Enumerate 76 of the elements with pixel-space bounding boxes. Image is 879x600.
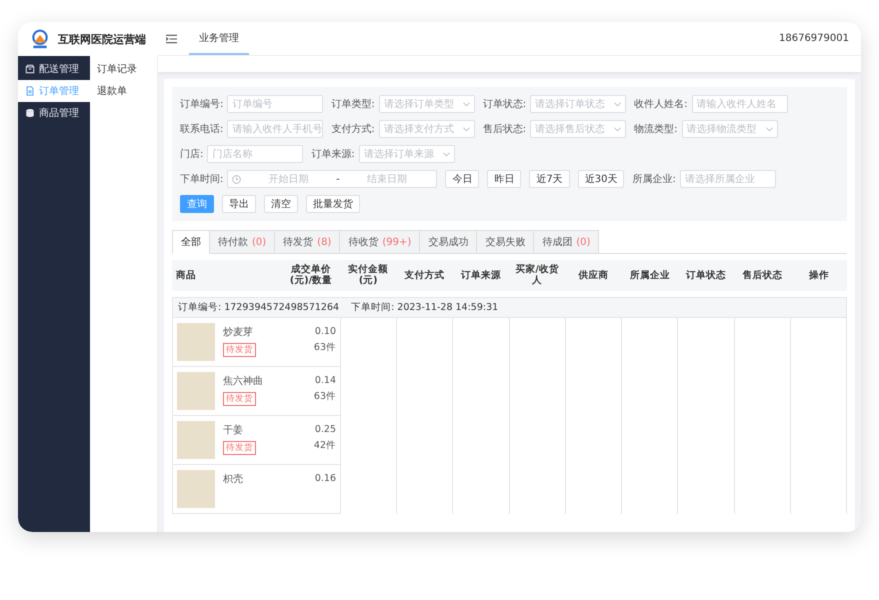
document-icon: [25, 86, 35, 96]
app-title: 互联网医院运营端: [58, 32, 146, 46]
photo-placeholder: [177, 470, 215, 508]
status-tab[interactable]: 全部: [172, 230, 210, 254]
photo-placeholder: [177, 372, 215, 410]
status-tab[interactable]: 待成团 (0): [534, 230, 600, 254]
status-tag: 待发货: [223, 440, 256, 455]
quantity: 63件: [314, 390, 336, 403]
product-name: 干姜: [223, 424, 243, 437]
chevron-down-icon: [766, 126, 772, 132]
status-tab[interactable]: 交易失败: [477, 230, 534, 254]
field-label: 下单时间:: [180, 172, 224, 186]
action-button[interactable]: 导出: [222, 195, 256, 213]
submenu-item[interactable]: 订单记录: [90, 58, 157, 80]
field-label: 物流类型:: [634, 122, 678, 136]
column-header: 买家/收货人: [514, 264, 560, 287]
order-time: 下单时间: 2023-11-28 14:59:31: [351, 300, 498, 314]
column-header: 所属企业: [628, 270, 671, 282]
submenu-item[interactable]: 退款单: [90, 80, 157, 102]
chevron-down-icon: [462, 126, 470, 132]
column-header: 商品: [175, 270, 197, 282]
status-tab[interactable]: 交易成功: [420, 230, 478, 254]
date-range-field[interactable]: 开始日期 - 结束日期: [227, 170, 438, 188]
action-button[interactable]: 清空: [264, 195, 298, 213]
field-label: 售后状态:: [482, 122, 526, 136]
user-phone[interactable]: 18676979001: [779, 33, 849, 44]
sidebar-item[interactable]: 商品管理: [18, 102, 90, 124]
status-tab[interactable]: 待发货 (8): [275, 230, 340, 254]
photo-placeholder: [177, 322, 215, 361]
column-header: 实付金额(元): [347, 264, 390, 287]
status-tab[interactable]: 待付款 (0): [210, 230, 276, 254]
logo-icon: [30, 29, 50, 49]
unit-price: 0.14: [314, 374, 336, 386]
box-icon: [25, 64, 35, 74]
status-tab[interactable]: 待收货 (99+): [340, 230, 420, 254]
quick-range-button[interactable]: 昨日: [487, 170, 522, 188]
field-label: 订单类型:: [331, 98, 375, 111]
product-name: 炒麦芽: [223, 326, 253, 339]
unit-price: 0.25: [314, 424, 336, 435]
column-header: 操作: [808, 270, 830, 282]
column-header: 成交单价(元)/数量: [288, 264, 334, 287]
field-label: 支付方式:: [331, 122, 375, 136]
action-button[interactable]: 批量发货: [306, 195, 360, 213]
field-label: 订单来源:: [311, 148, 355, 161]
column-header: 订单状态: [684, 270, 728, 282]
quick-range-button[interactable]: 近7天: [529, 170, 570, 188]
sidebar-item[interactable]: 配送管理: [18, 58, 90, 80]
unit-price: 0.10: [314, 326, 336, 337]
column-header: 供应商: [577, 270, 610, 282]
field-label: 所属企业:: [632, 172, 676, 186]
field-label: 联系电话:: [180, 122, 224, 136]
field-label: 订单状态:: [482, 98, 526, 111]
photo-placeholder: [177, 420, 215, 459]
column-header: 售后状态: [741, 270, 784, 282]
column-header: 订单来源: [460, 270, 502, 282]
quick-range-button[interactable]: 近30天: [578, 170, 624, 188]
menu-icon[interactable]: [166, 34, 177, 44]
field-label: 收件人姓名:: [634, 98, 688, 111]
product-name: 焦六神曲: [223, 374, 263, 388]
database-icon: [25, 108, 35, 118]
unit-price: 0.16: [314, 472, 336, 484]
clock-icon: [232, 174, 242, 184]
chevron-down-icon: [614, 102, 622, 106]
order-number: 订单编号: 1729394572498571264: [178, 300, 340, 314]
quantity: 42件: [314, 438, 336, 452]
chevron-down-icon: [614, 126, 622, 132]
chevron-down-icon: [442, 152, 450, 156]
field-label: 订单编号:: [180, 98, 224, 111]
quick-range-button[interactable]: 今日: [445, 170, 480, 188]
quantity: 63件: [314, 340, 336, 354]
chevron-down-icon: [462, 102, 470, 106]
column-header: 支付方式: [403, 270, 446, 282]
product-name: 枳壳: [223, 472, 243, 486]
field-label: 门店:: [180, 148, 204, 161]
status-tag: 待发货: [223, 392, 256, 406]
status-tag: 待发货: [223, 342, 256, 357]
